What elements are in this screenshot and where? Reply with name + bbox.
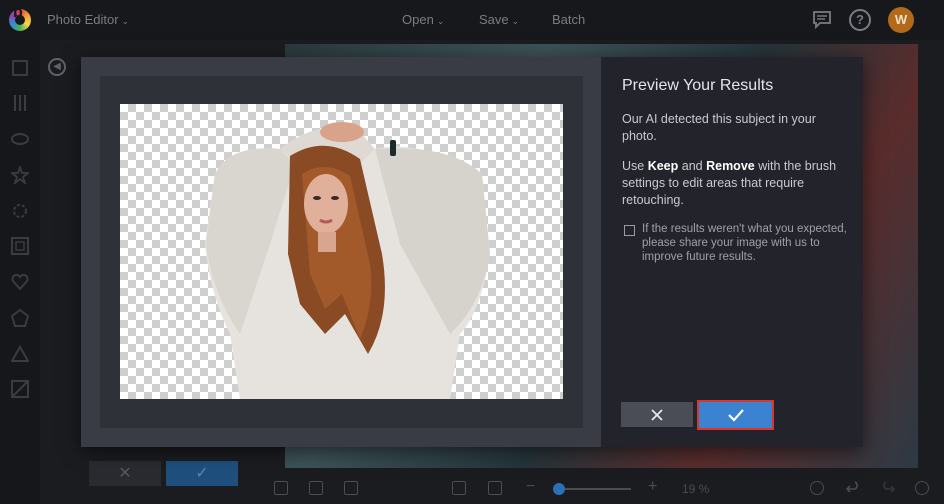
logo-letter: b xyxy=(13,4,23,21)
history-icon[interactable] xyxy=(915,481,929,495)
feedback-checkbox[interactable] xyxy=(624,225,635,236)
frame-icon[interactable] xyxy=(11,237,29,255)
open-menu-label: Open xyxy=(402,12,434,27)
close-icon xyxy=(651,408,663,421)
remove-keyword: Remove xyxy=(706,159,755,173)
bottom-toolbar: − + 19 % xyxy=(258,472,944,504)
preview-area xyxy=(100,76,583,428)
zoom-slider-handle[interactable] xyxy=(552,483,565,495)
texture-icon[interactable] xyxy=(11,380,29,398)
shape-icon[interactable] xyxy=(10,308,30,327)
zoom-slider[interactable] xyxy=(555,488,631,490)
instructions-use: Use xyxy=(622,159,648,173)
app-title: Photo Editor xyxy=(47,12,119,27)
batch-menu-label: Batch xyxy=(552,12,586,27)
chat-icon[interactable] xyxy=(811,9,833,31)
adjust-icon[interactable] xyxy=(11,94,29,112)
instructions-and: and xyxy=(678,159,707,173)
crop-icon[interactable] xyxy=(11,59,29,77)
subject-cutout xyxy=(205,122,490,399)
fit-screen-icon[interactable] xyxy=(452,481,466,495)
compare-icon[interactable] xyxy=(810,481,824,495)
help-icon[interactable]: ? xyxy=(849,9,871,31)
preview-info-panel: Preview Your Results Our AI detected thi… xyxy=(601,57,863,447)
dialog-title: Preview Your Results xyxy=(622,77,774,94)
background-confirm-button: ✓ xyxy=(166,461,238,486)
top-bar: b Photo Editor ⌄ Open ⌄ Save ⌄ Batch ? W xyxy=(0,0,944,40)
zoom-in-button[interactable]: + xyxy=(648,478,657,496)
save-menu[interactable]: Save ⌄ xyxy=(479,12,519,27)
cancel-button[interactable] xyxy=(621,402,693,427)
effects-icon[interactable] xyxy=(11,202,29,220)
background-cancel-button: ✕ xyxy=(89,461,161,486)
chevron-down-icon: ⌄ xyxy=(436,16,445,26)
ai-detection-text: Our AI detected this subject in your pho… xyxy=(622,112,816,143)
save-menu-label: Save xyxy=(479,12,509,27)
tool-sidebar xyxy=(0,40,40,504)
chevron-down-icon: ⌄ xyxy=(121,16,130,26)
zoom-out-button[interactable]: − xyxy=(526,478,535,496)
chevron-down-icon: ⌄ xyxy=(511,16,520,26)
photo-editor-app: b Photo Editor ⌄ Open ⌄ Save ⌄ Batch ? W ◀ xyxy=(0,0,944,504)
expand-icon[interactable] xyxy=(488,481,502,495)
checkmark-icon xyxy=(727,409,744,422)
app-title-menu[interactable]: Photo Editor ⌄ xyxy=(47,12,129,27)
open-menu[interactable]: Open ⌄ xyxy=(402,12,444,27)
star-icon[interactable] xyxy=(9,164,31,186)
save-icon[interactable] xyxy=(344,481,358,495)
cutout-preview-image xyxy=(120,104,563,399)
triangle-icon[interactable] xyxy=(10,344,30,363)
batch-menu[interactable]: Batch xyxy=(552,12,585,27)
heart-icon[interactable] xyxy=(11,273,29,291)
undo-icon[interactable] xyxy=(845,481,860,495)
copy-icon[interactable] xyxy=(309,481,323,495)
confirm-button[interactable] xyxy=(697,400,774,430)
eye-icon[interactable] xyxy=(11,130,29,148)
user-avatar[interactable]: W xyxy=(888,7,914,33)
redo-icon[interactable] xyxy=(881,481,896,495)
back-arrow-icon[interactable]: ◀ xyxy=(48,58,66,76)
feedback-checkbox-label[interactable]: If the results weren't what you expected… xyxy=(642,222,847,264)
keep-keyword: Keep xyxy=(647,159,679,173)
preview-results-dialog: Preview Your Results Our AI detected thi… xyxy=(81,57,863,447)
layers-icon[interactable] xyxy=(274,481,288,495)
instructions-text: Use Keep and Remove with the brush setti… xyxy=(622,158,848,209)
zoom-value: 19 % xyxy=(682,482,710,496)
